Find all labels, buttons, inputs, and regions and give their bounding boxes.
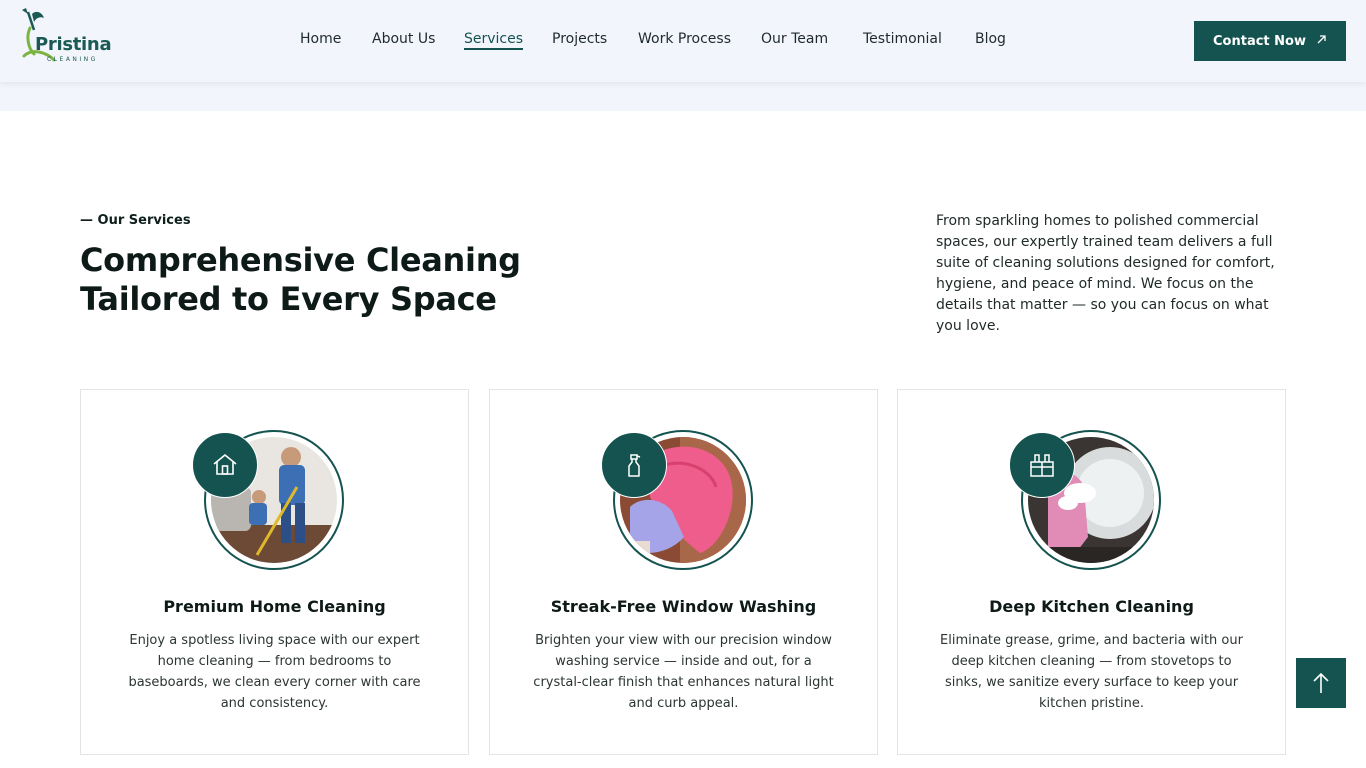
contact-now-label: Contact Now [1213,33,1306,49]
site-header: Pristina CLEANING Home About Us Services… [0,0,1366,82]
nav-item-services[interactable]: Services [464,31,524,50]
service-description: Brighten your view with our precision wi… [533,633,834,711]
house-icon [213,454,237,475]
service-title: Premium Home Cleaning [163,597,386,616]
kitchen-counter-icon [1030,454,1054,477]
nav-item-our-team[interactable]: Our Team [761,31,828,47]
nav-item-projects[interactable]: Projects [552,31,607,47]
brand-tagline: CLEANING [47,56,98,63]
service-card-kitchen-cleaning[interactable]: Deep Kitchen Cleaning Eliminate grease, … [897,389,1286,755]
section-title-line-2: Tailored to Every Space [80,280,497,318]
service-title: Deep Kitchen Cleaning [989,597,1194,616]
brand-logo[interactable]: Pristina CLEANING [20,8,112,68]
section-title: Comprehensive Cleaning Tailored to Every… [80,241,640,319]
nav-item-testimonial[interactable]: Testimonial [863,31,942,47]
service-description: Eliminate grease, grime, and bacteria wi… [940,633,1243,711]
nav-item-work-process[interactable]: Work Process [638,31,731,47]
brand-name: Pristina [35,34,112,55]
section-title-line-1: Comprehensive Cleaning [80,241,521,279]
nav-item-about-us[interactable]: About Us [372,31,435,47]
nav-item-home[interactable]: Home [300,31,341,47]
section-intro: From sparkling homes to polished commerc… [936,213,1275,334]
nav-item-blog[interactable]: Blog [975,31,1006,47]
arrow-up-icon [1313,672,1329,693]
spray-bottle-icon-badge [601,432,667,498]
service-card-window-washing[interactable]: Streak-Free Window Washing Brighten your… [489,389,878,755]
kitchen-counter-icon-badge [1009,432,1075,498]
back-to-top-button[interactable] [1296,658,1346,708]
service-card-home-cleaning[interactable]: Premium Home Cleaning Enjoy a spotless l… [80,389,469,755]
arrow-up-right-icon [1316,34,1327,49]
section-eyebrow: — Our Services [80,213,191,228]
spray-bottle-icon [628,454,641,477]
contact-now-button[interactable]: Contact Now [1194,21,1346,61]
service-description: Enjoy a spotless living space with our e… [128,633,421,711]
house-icon-badge [192,432,258,498]
service-title: Streak-Free Window Washing [550,597,817,616]
